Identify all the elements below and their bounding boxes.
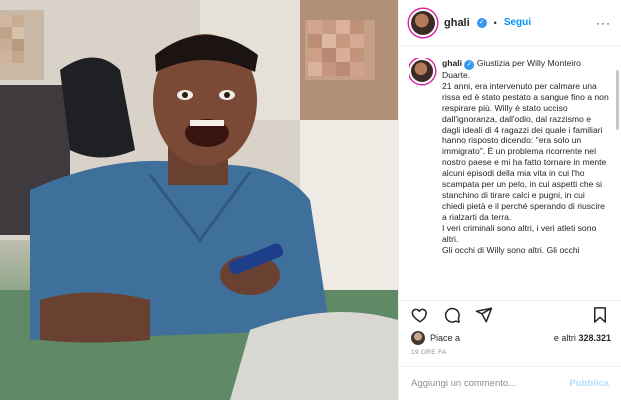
- post-header: ghali ✓ • Segui ···: [399, 0, 621, 46]
- caption-avatar[interactable]: [409, 58, 435, 84]
- post-timestamp[interactable]: 19 ORE FA: [411, 349, 447, 356]
- post-side-panel: ghali ✓ • Segui ··· ghali ✓ Giustizia pe…: [398, 0, 621, 400]
- caption-verified-icon: ✓: [464, 60, 475, 70]
- likes-summary[interactable]: Piace a e altri 328.321: [411, 331, 611, 345]
- likes-prefix: Piace a: [430, 333, 461, 343]
- post-photo[interactable]: [0, 0, 398, 400]
- follow-button[interactable]: Segui: [504, 17, 531, 28]
- caption-paragraph: 21 anni, era intervenuto per calmare una…: [442, 80, 609, 222]
- liker-avatar: [411, 331, 425, 345]
- caption-scrollbar[interactable]: [616, 70, 619, 130]
- author-avatar[interactable]: [409, 8, 437, 37]
- publish-button[interactable]: Pubblica: [569, 378, 609, 389]
- caption-text: ghali ✓ Giustizia per Willy Monteiro Dua…: [442, 58, 615, 296]
- comment-icon[interactable]: [443, 306, 461, 324]
- caption-paragraph: I veri criminali sono altri, i veri atle…: [442, 222, 597, 244]
- caption-area[interactable]: ghali ✓ Giustizia per Willy Monteiro Dua…: [409, 58, 615, 296]
- verified-badge-icon: ✓: [476, 17, 487, 28]
- photo-illustration: [0, 0, 398, 400]
- share-icon[interactable]: [475, 306, 493, 324]
- author-username[interactable]: ghali: [444, 17, 470, 29]
- comment-input[interactable]: [411, 378, 570, 389]
- action-bar: [399, 300, 621, 328]
- caption-paragraph: Gli occhi di Willy sono altri. Gli occhi: [442, 244, 580, 255]
- comment-box: Pubblica: [399, 366, 621, 400]
- heart-icon[interactable]: [411, 306, 429, 324]
- bookmark-icon[interactable]: [591, 306, 609, 324]
- caption-headline: Giustizia per Willy Monteiro Duarte.: [442, 58, 581, 80]
- separator-dot: •: [493, 17, 497, 28]
- likes-suffix: e altri: [553, 333, 576, 343]
- likes-count[interactable]: 328.321: [578, 333, 611, 343]
- more-options-icon[interactable]: ···: [596, 16, 611, 30]
- caption-username[interactable]: ghali: [442, 58, 462, 68]
